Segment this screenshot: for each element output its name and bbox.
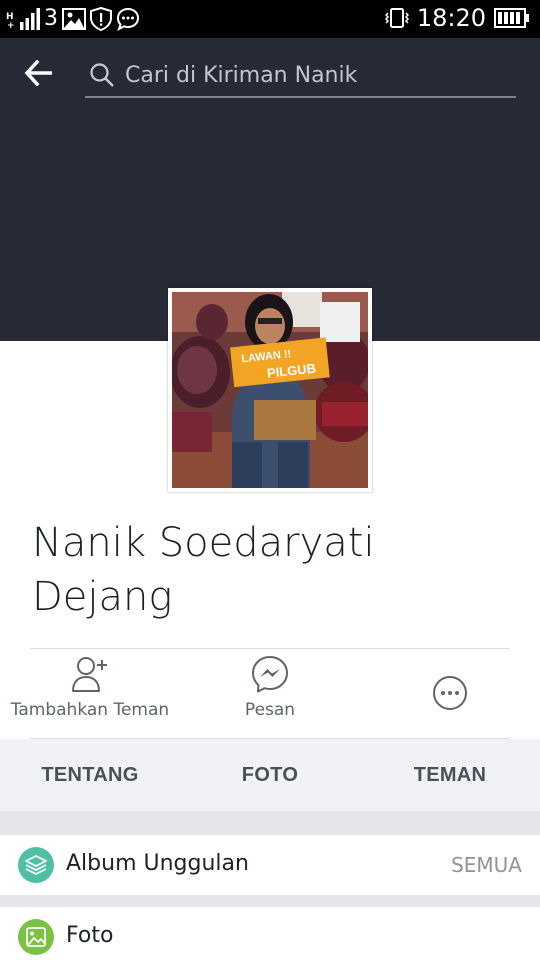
- arrow-left-icon: [24, 59, 52, 87]
- divider: [30, 648, 510, 649]
- battery-icon: [494, 8, 529, 28]
- message-label: Pesan: [244, 700, 296, 720]
- tab-about[interactable]: TENTANG: [0, 739, 180, 811]
- messenger-icon: [252, 656, 288, 693]
- network-type: 3: [44, 6, 58, 31]
- profile-tabs: TENTANG FOTO TEMAN: [0, 739, 540, 811]
- tab-photos[interactable]: FOTO: [180, 739, 360, 811]
- featured-albums-label: Album Unggulan: [66, 851, 249, 876]
- search-bar[interactable]: [85, 54, 516, 98]
- add-friend-button[interactable]: Tambahkan Teman: [0, 654, 180, 734]
- tab-friends[interactable]: TEMAN: [360, 739, 540, 811]
- profile-name-line2: Dejang: [32, 574, 173, 620]
- search-icon: [90, 63, 114, 87]
- profile-name: Nanik Soedaryati Dejang: [32, 516, 512, 624]
- add-friend-icon: [72, 657, 107, 692]
- more-button[interactable]: [360, 654, 540, 734]
- search-input[interactable]: [125, 58, 505, 92]
- back-button[interactable]: [24, 59, 60, 90]
- status-bar: H + 3 18:20: [0, 0, 540, 38]
- profile-photo[interactable]: LAWAN !! PILGUB: [168, 288, 372, 492]
- h-plus-icon: H +: [6, 12, 15, 29]
- profile-name-line1: Nanik Soedaryati: [32, 520, 375, 566]
- section-separator: [0, 811, 540, 835]
- see-all-link[interactable]: SEMUA: [451, 853, 522, 877]
- album-stack-icon: [18, 847, 54, 883]
- more-icon: [433, 676, 467, 710]
- featured-albums-row[interactable]: Album Unggulan SEMUA: [0, 835, 540, 895]
- photos-row[interactable]: Foto: [0, 907, 540, 960]
- profile-picture-image: LAWAN !! PILGUB: [172, 292, 368, 488]
- image-notification-icon: [62, 8, 86, 30]
- signal-icon: [20, 8, 40, 30]
- clock: 18:20: [416, 4, 486, 32]
- chat-notification-icon: [116, 7, 140, 31]
- svg-text:+: +: [7, 21, 15, 29]
- photo-icon: [18, 919, 54, 955]
- shield-notification-icon: [90, 7, 112, 31]
- section-separator: [0, 895, 540, 907]
- message-button[interactable]: Pesan: [180, 654, 360, 734]
- photos-label: Foto: [66, 923, 114, 948]
- vibrate-icon: [384, 8, 409, 28]
- add-friend-label: Tambahkan Teman: [10, 700, 170, 720]
